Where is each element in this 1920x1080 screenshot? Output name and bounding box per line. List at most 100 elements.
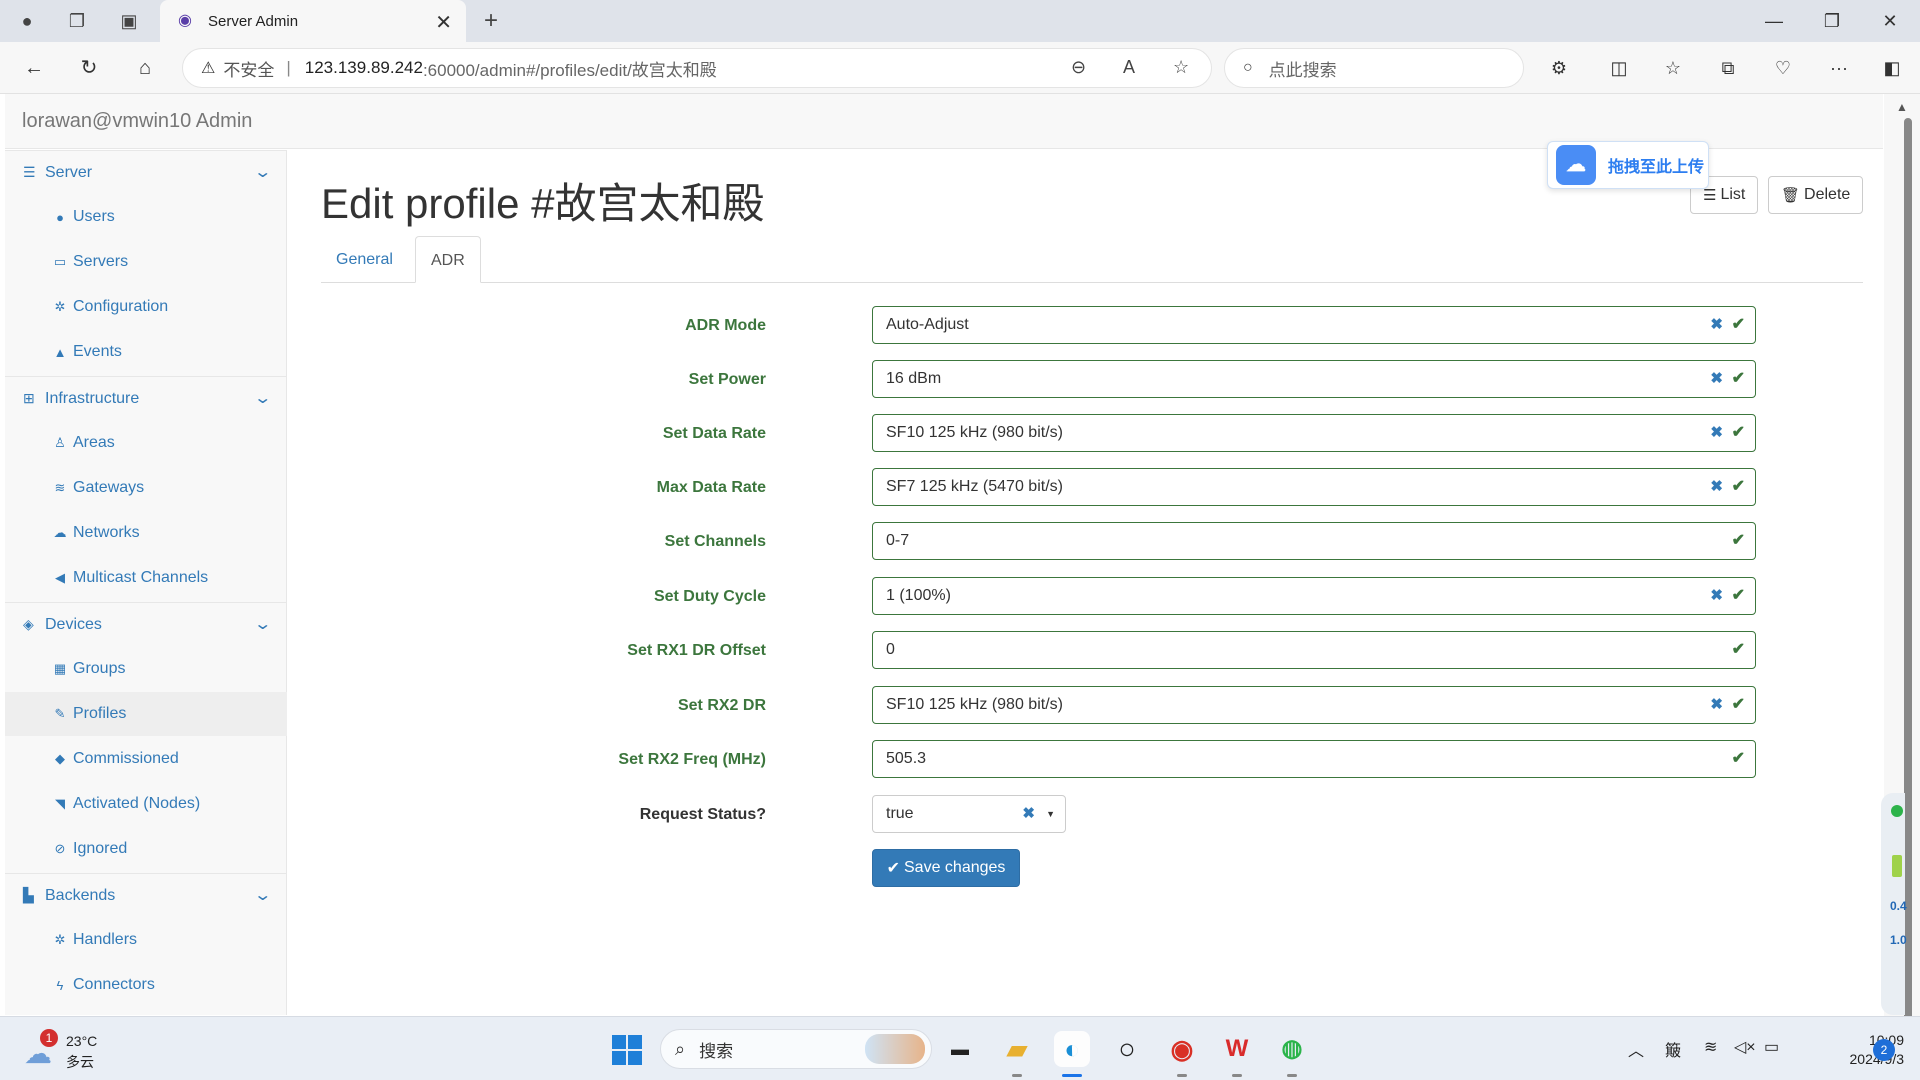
wifi-icon[interactable]: ≋ bbox=[1704, 1037, 1717, 1057]
read-aloud-icon[interactable]: A bbox=[1123, 57, 1135, 78]
sidebar: ☰ Server ⌄ ● Users ▭ Servers ✲ Configura… bbox=[5, 150, 287, 1015]
set-duty-cycle-select[interactable]: 1 (100%) ✖ ✔ bbox=[872, 577, 1756, 615]
task-view-icon[interactable]: ▬ bbox=[942, 1031, 978, 1067]
tab-general[interactable]: General bbox=[321, 236, 408, 283]
check-icon: ✔ bbox=[1731, 316, 1745, 333]
sidebar-section-infrastructure[interactable]: ⊞ Infrastructure ⌄ bbox=[5, 376, 287, 420]
close-tab-icon[interactable]: ✕ bbox=[435, 10, 452, 35]
sidebar-section-backends[interactable]: ▙ Backends ⌄ bbox=[5, 873, 287, 917]
profile-icon[interactable]: ● bbox=[14, 8, 40, 34]
windows-logo-icon bbox=[612, 1035, 626, 1049]
form-row-max-data-rate: Max Data Rate SF7 125 kHz (5470 bit/s) ✖… bbox=[321, 468, 1756, 508]
sidebar-item-servers[interactable]: ▭ Servers bbox=[5, 240, 287, 284]
network-monitor-widget[interactable]: 0.4 1.0 bbox=[1881, 793, 1907, 1015]
scroll-up-icon[interactable]: ▲ bbox=[1896, 100, 1908, 114]
sidebar-item-ignored[interactable]: ⊘ Ignored bbox=[5, 827, 287, 871]
delete-button[interactable]: 🗑 Delete bbox=[1768, 176, 1864, 214]
adr-mode-select[interactable]: Auto-Adjust ✖ ✔ bbox=[872, 306, 1756, 344]
app-brand[interactable]: lorawan@vmwin10 Admin bbox=[22, 110, 252, 133]
max-data-rate-select[interactable]: SF7 125 kHz (5470 bit/s) ✖ ✔ bbox=[872, 468, 1756, 506]
browser-essentials-icon[interactable]: ♡ bbox=[1770, 55, 1796, 81]
sidebar-item-areas[interactable]: ♙ Areas bbox=[5, 421, 287, 465]
sidebar-item-configuration[interactable]: ✲ Configuration bbox=[5, 285, 287, 329]
tab-actions-icon[interactable]: ▣ bbox=[116, 8, 142, 34]
close-window-icon[interactable]: ✕ bbox=[1870, 8, 1910, 34]
caret-down-icon: ▼ bbox=[1046, 809, 1055, 819]
volume-mute-icon[interactable]: ◁× bbox=[1734, 1037, 1756, 1057]
search-icon: ○ bbox=[1243, 59, 1253, 76]
form-row-set-data-rate: Set Data Rate SF10 125 kHz (980 bit/s) ✖… bbox=[321, 414, 1756, 454]
tab-adr[interactable]: ADR bbox=[415, 236, 481, 283]
edge-browser-icon[interactable]: ◐ bbox=[1054, 1031, 1090, 1067]
set-rx2-dr-select[interactable]: SF10 125 kHz (980 bit/s) ✖ ✔ bbox=[872, 686, 1756, 724]
check-icon: ✔ bbox=[1731, 478, 1745, 495]
sidebar-item-profiles[interactable]: ✎ Profiles bbox=[5, 692, 287, 736]
split-screen-icon[interactable]: ◫ bbox=[1606, 55, 1632, 81]
taskbar-search[interactable]: ⌕ 搜索 bbox=[660, 1029, 932, 1069]
set-channels-input[interactable]: 0-7 ✔ bbox=[872, 522, 1756, 560]
sidebar-item-groups[interactable]: ▦ Groups bbox=[5, 647, 287, 691]
set-rx2-freq-input[interactable]: 505.3 ✔ bbox=[872, 740, 1756, 778]
sidebar-section-server[interactable]: ☰ Server ⌄ bbox=[5, 150, 287, 194]
clear-icon[interactable]: ✖ bbox=[1710, 361, 1723, 397]
browser-tab[interactable]: ◉ Server Admin ✕ bbox=[160, 0, 466, 42]
wps-office-icon[interactable]: W bbox=[1219, 1031, 1255, 1067]
sidebar-item-gateways[interactable]: ≋ Gateways bbox=[5, 466, 287, 510]
sidebar-item-commissioned[interactable]: ◆ Commissioned bbox=[5, 737, 287, 781]
request-status-select[interactable]: true ✖ ▼ bbox=[872, 795, 1066, 833]
check-icon: ✔ bbox=[1731, 370, 1745, 387]
start-button[interactable] bbox=[612, 1035, 642, 1065]
file-explorer-icon[interactable]: ▰ bbox=[999, 1031, 1035, 1067]
set-data-rate-select[interactable]: SF10 125 kHz (980 bit/s) ✖ ✔ bbox=[872, 414, 1756, 452]
wechat-icon[interactable]: ◍ bbox=[1274, 1031, 1310, 1067]
set-power-select[interactable]: 16 dBm ✖ ✔ bbox=[872, 360, 1756, 398]
sidebar-item-users[interactable]: ● Users bbox=[5, 195, 287, 239]
refresh-icon[interactable]: ↻ bbox=[75, 54, 103, 82]
zoom-icon[interactable]: ⊖ bbox=[1071, 57, 1086, 78]
clear-icon[interactable]: ✖ bbox=[1710, 687, 1723, 723]
collections-icon[interactable]: ❐ bbox=[64, 8, 90, 34]
save-changes-button[interactable]: ✔ Save changes bbox=[872, 849, 1020, 887]
clear-icon[interactable]: ✖ bbox=[1710, 578, 1723, 614]
address-bar[interactable]: ⚠ 不安全 | 123.139.89.242 :60000/admin#/pro… bbox=[182, 48, 1212, 88]
dell-app-icon[interactable]: ◯ bbox=[1109, 1031, 1145, 1067]
sidebar-item-connectors[interactable]: ϟ Connectors bbox=[5, 963, 287, 1007]
back-icon[interactable]: ← bbox=[20, 54, 48, 82]
favorites-icon[interactable]: ☆ bbox=[1660, 55, 1686, 81]
browser-tab-title: Server Admin bbox=[208, 12, 299, 30]
form-row-set-duty-cycle: Set Duty Cycle 1 (100%) ✖ ✔ bbox=[321, 577, 1756, 617]
rss-icon: ◥ bbox=[55, 796, 65, 811]
sidebar-section-devices[interactable]: ◈ Devices ⌄ bbox=[5, 602, 287, 646]
sidebar-item-multicast-channels[interactable]: ◀ Multicast Channels bbox=[5, 556, 287, 600]
extensions-icon[interactable]: ⚙ bbox=[1546, 55, 1572, 81]
restore-icon[interactable]: ❐ bbox=[1812, 8, 1852, 34]
check-icon: ✔ bbox=[1731, 696, 1745, 713]
input-method-icon[interactable]: 簸 bbox=[1665, 1037, 1681, 1061]
battery-icon[interactable]: ▭ bbox=[1764, 1037, 1779, 1057]
drag-upload-widget[interactable]: ☁ 拖拽至此上传 bbox=[1547, 141, 1709, 189]
notification-count-badge[interactable]: 2 bbox=[1873, 1039, 1895, 1061]
clear-icon[interactable]: ✖ bbox=[1022, 796, 1035, 832]
clear-icon[interactable]: ✖ bbox=[1710, 415, 1723, 451]
set-rx1-dr-offset-input[interactable]: 0 ✔ bbox=[872, 631, 1756, 669]
browser-search-box[interactable]: ○ 点此搜索 bbox=[1224, 48, 1524, 88]
weather-widget[interactable]: ☁ 1 23°C 多云 bbox=[24, 1029, 144, 1071]
minimize-icon[interactable]: — bbox=[1754, 8, 1794, 34]
sidebar-item-events[interactable]: ▲ Events bbox=[5, 330, 287, 374]
more-menu-icon[interactable]: ··· bbox=[1826, 55, 1852, 81]
chrome-icon[interactable]: ◉ bbox=[1164, 1031, 1200, 1067]
weather-temp: 23°C bbox=[66, 1033, 98, 1049]
clear-icon[interactable]: ✖ bbox=[1710, 307, 1723, 343]
sidebar-item-networks[interactable]: ☁ Networks bbox=[5, 511, 287, 555]
sidebar-item-handlers[interactable]: ✲ Handlers bbox=[5, 918, 287, 962]
url-host: 123.139.89.242 bbox=[304, 58, 423, 77]
sidebar-item-activated-nodes[interactable]: ◥ Activated (Nodes) bbox=[5, 782, 287, 826]
form-row-set-rx2-freq: Set RX2 Freq (MHz) 505.3 ✔ bbox=[321, 740, 1756, 780]
collections-toolbar-icon[interactable]: ⧉ bbox=[1715, 55, 1741, 81]
tray-overflow-icon[interactable]: ︿ bbox=[1628, 1037, 1644, 1061]
new-tab-icon[interactable]: + bbox=[478, 8, 504, 34]
clear-icon[interactable]: ✖ bbox=[1710, 469, 1723, 505]
home-icon[interactable]: ⌂ bbox=[131, 54, 159, 82]
sidebar-toggle-icon[interactable]: ◧ bbox=[1879, 55, 1905, 81]
favorite-star-icon[interactable]: ☆ bbox=[1173, 57, 1189, 78]
